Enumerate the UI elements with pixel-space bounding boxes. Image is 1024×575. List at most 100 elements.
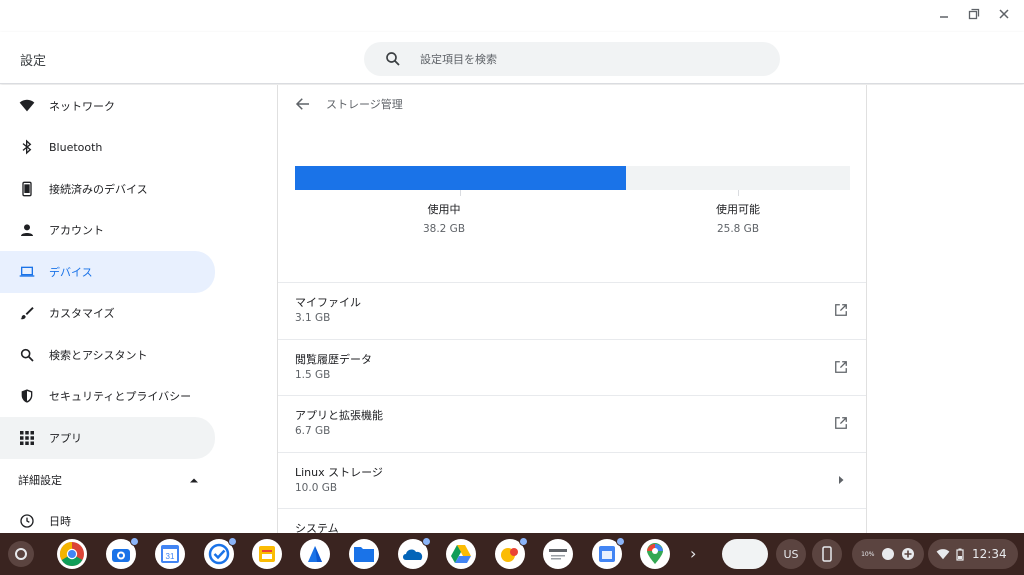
google-maps-icon[interactable] [640, 539, 670, 569]
sidebar-item-label: 日時 [49, 515, 71, 529]
wifi-status-icon [936, 549, 950, 560]
advanced-label: 詳細設定 [18, 473, 62, 487]
chevron-right-icon[interactable]: › [690, 544, 696, 563]
open-in-new-icon[interactable] [832, 414, 850, 432]
row-size: 1.5 GB [295, 368, 331, 381]
files-icon[interactable] [349, 539, 379, 569]
sidebar-item-label: アプリ [49, 431, 82, 445]
row-title: アプリと拡張機能 [295, 409, 383, 422]
maps-pin-icon[interactable] [300, 539, 330, 569]
bar-tick [738, 190, 739, 196]
sidebar-item-network[interactable]: ネットワーク [0, 85, 277, 127]
drive-icon[interactable] [446, 539, 476, 569]
open-in-new-icon[interactable] [832, 358, 850, 376]
ime-indicator[interactable]: US [776, 539, 806, 569]
sidebar-item-label: Bluetooth [49, 140, 103, 154]
row-size: 6.7 GB [295, 425, 331, 437]
row-my-files[interactable]: マイファイル 3.1 GB [278, 282, 866, 339]
launcher-button[interactable] [8, 541, 34, 567]
window-controls [936, 6, 1012, 22]
caret-up-icon [190, 478, 198, 482]
available-legend: 使用可能 25.8 GB [678, 201, 798, 235]
laptop-icon [18, 263, 36, 281]
camera-icon[interactable] [106, 537, 139, 569]
row-title: 閲覧履歴データ [295, 352, 372, 366]
tasks-icon[interactable] [204, 537, 237, 569]
notification-tray[interactable]: 10% [852, 539, 924, 569]
battery-icon [956, 548, 964, 561]
used-value: 38.2 GB [422, 223, 466, 235]
used-label: 使用中 [427, 203, 461, 216]
search-icon [18, 346, 36, 364]
sidebar-item-bluetooth[interactable]: Bluetooth [0, 127, 277, 169]
storage-used-fill [295, 166, 627, 190]
clock-time: 12:34 [972, 547, 1007, 561]
app-title: 設定 [20, 54, 47, 69]
onedrive-icon[interactable] [398, 537, 431, 569]
restore-icon[interactable] [966, 6, 982, 22]
sidebar-item-search-assistant[interactable]: 検索とアシスタント [0, 334, 277, 376]
apps-grid-icon [18, 429, 36, 447]
storage-category-list: マイファイル 3.1 GB 閲覧履歴データ 1.5 GB アプリと拡張機能 6.… [278, 282, 866, 533]
chrome-icon[interactable] [57, 539, 87, 569]
subpage-header: ストレージ管理 [294, 95, 403, 113]
row-title: Linux ストレージ [295, 465, 383, 479]
close-icon[interactable] [996, 6, 1012, 22]
back-arrow-icon[interactable] [294, 95, 312, 113]
phone-icon [18, 180, 36, 198]
available-value: 25.8 GB [716, 223, 760, 235]
search-box[interactable]: 設定項目を検索 [364, 42, 780, 76]
sidebar-item-date-time[interactable]: 日時 [0, 501, 277, 534]
header: 設定 設定項目を検索 [0, 32, 1024, 84]
calendar-icon[interactable]: 31 [155, 539, 185, 569]
shield-icon [18, 387, 36, 405]
bluetooth-icon [18, 138, 36, 156]
notification-dot [616, 537, 625, 546]
notification-dot [422, 537, 431, 546]
row-title: マイファイル [295, 296, 361, 309]
more-horizontal-icon [881, 548, 894, 560]
wifi-icon [18, 97, 36, 115]
arrow-right-icon[interactable] [832, 471, 850, 489]
row-title: システム [295, 522, 339, 533]
sidebar-item-connected-devices[interactable]: 接続済みのデバイス [0, 168, 277, 210]
keep-icon[interactable] [252, 539, 282, 569]
available-label: 使用可能 [716, 203, 760, 216]
sidebar: ネットワーク Bluetooth 接続済みのデバイス アカウント デバイス カス… [0, 85, 277, 533]
sidebar-item-security-privacy[interactable]: セキュリティとプライバシー [0, 376, 277, 418]
open-in-new-icon[interactable] [832, 301, 850, 319]
row-size: 3.1 GB [295, 312, 331, 324]
brush-icon [18, 304, 36, 322]
sidebar-item-label: アカウント [49, 224, 104, 238]
photos-icon[interactable] [495, 537, 528, 569]
sidebar-item-label: 検索とアシスタント [49, 348, 148, 362]
advanced-section-toggle[interactable]: 詳細設定 [0, 459, 215, 501]
notification-dot [130, 537, 139, 546]
sidebar-item-account[interactable]: アカウント [0, 210, 277, 252]
sidebar-item-personalization[interactable]: カスタマイズ [0, 293, 277, 335]
minimize-icon[interactable] [936, 6, 952, 22]
sidebar-item-apps[interactable]: アプリ [0, 417, 215, 459]
phone-hub-icon[interactable] [812, 539, 842, 569]
status-area[interactable]: 12:34 [928, 539, 1018, 569]
add-icon [901, 548, 914, 560]
sidebar-item-label: ネットワーク [49, 99, 115, 113]
shelf: 31 › US 10% 12:34 [0, 533, 1024, 575]
svg-text:31: 31 [166, 552, 175, 561]
row-browsing-data[interactable]: 閲覧履歴データ 1.5 GB [278, 338, 866, 396]
subpage-title: ストレージ管理 [326, 98, 403, 111]
notification-dot [228, 537, 237, 546]
news-icon[interactable] [543, 539, 573, 569]
sidebar-item-label: セキュリティとプライバシー [49, 390, 192, 404]
row-apps-extensions[interactable]: アプリと拡張機能 6.7 GB [278, 395, 866, 452]
bar-tick [460, 190, 461, 196]
docs-icon[interactable] [592, 537, 625, 569]
row-linux-storage[interactable]: Linux ストレージ 10.0 GB [278, 451, 866, 509]
storage-card: ストレージ管理 使用中 38.2 GB 使用可能 25.8 GB マイファイル … [277, 85, 867, 533]
row-system[interactable]: システム [278, 508, 866, 533]
sidebar-item-device[interactable]: デバイス [0, 251, 215, 293]
search-input[interactable]: 設定項目を検索 [420, 51, 497, 67]
search-icon [386, 52, 400, 66]
pinned-files-holding-space[interactable] [722, 539, 768, 569]
sidebar-item-label: 接続済みのデバイス [49, 182, 148, 196]
